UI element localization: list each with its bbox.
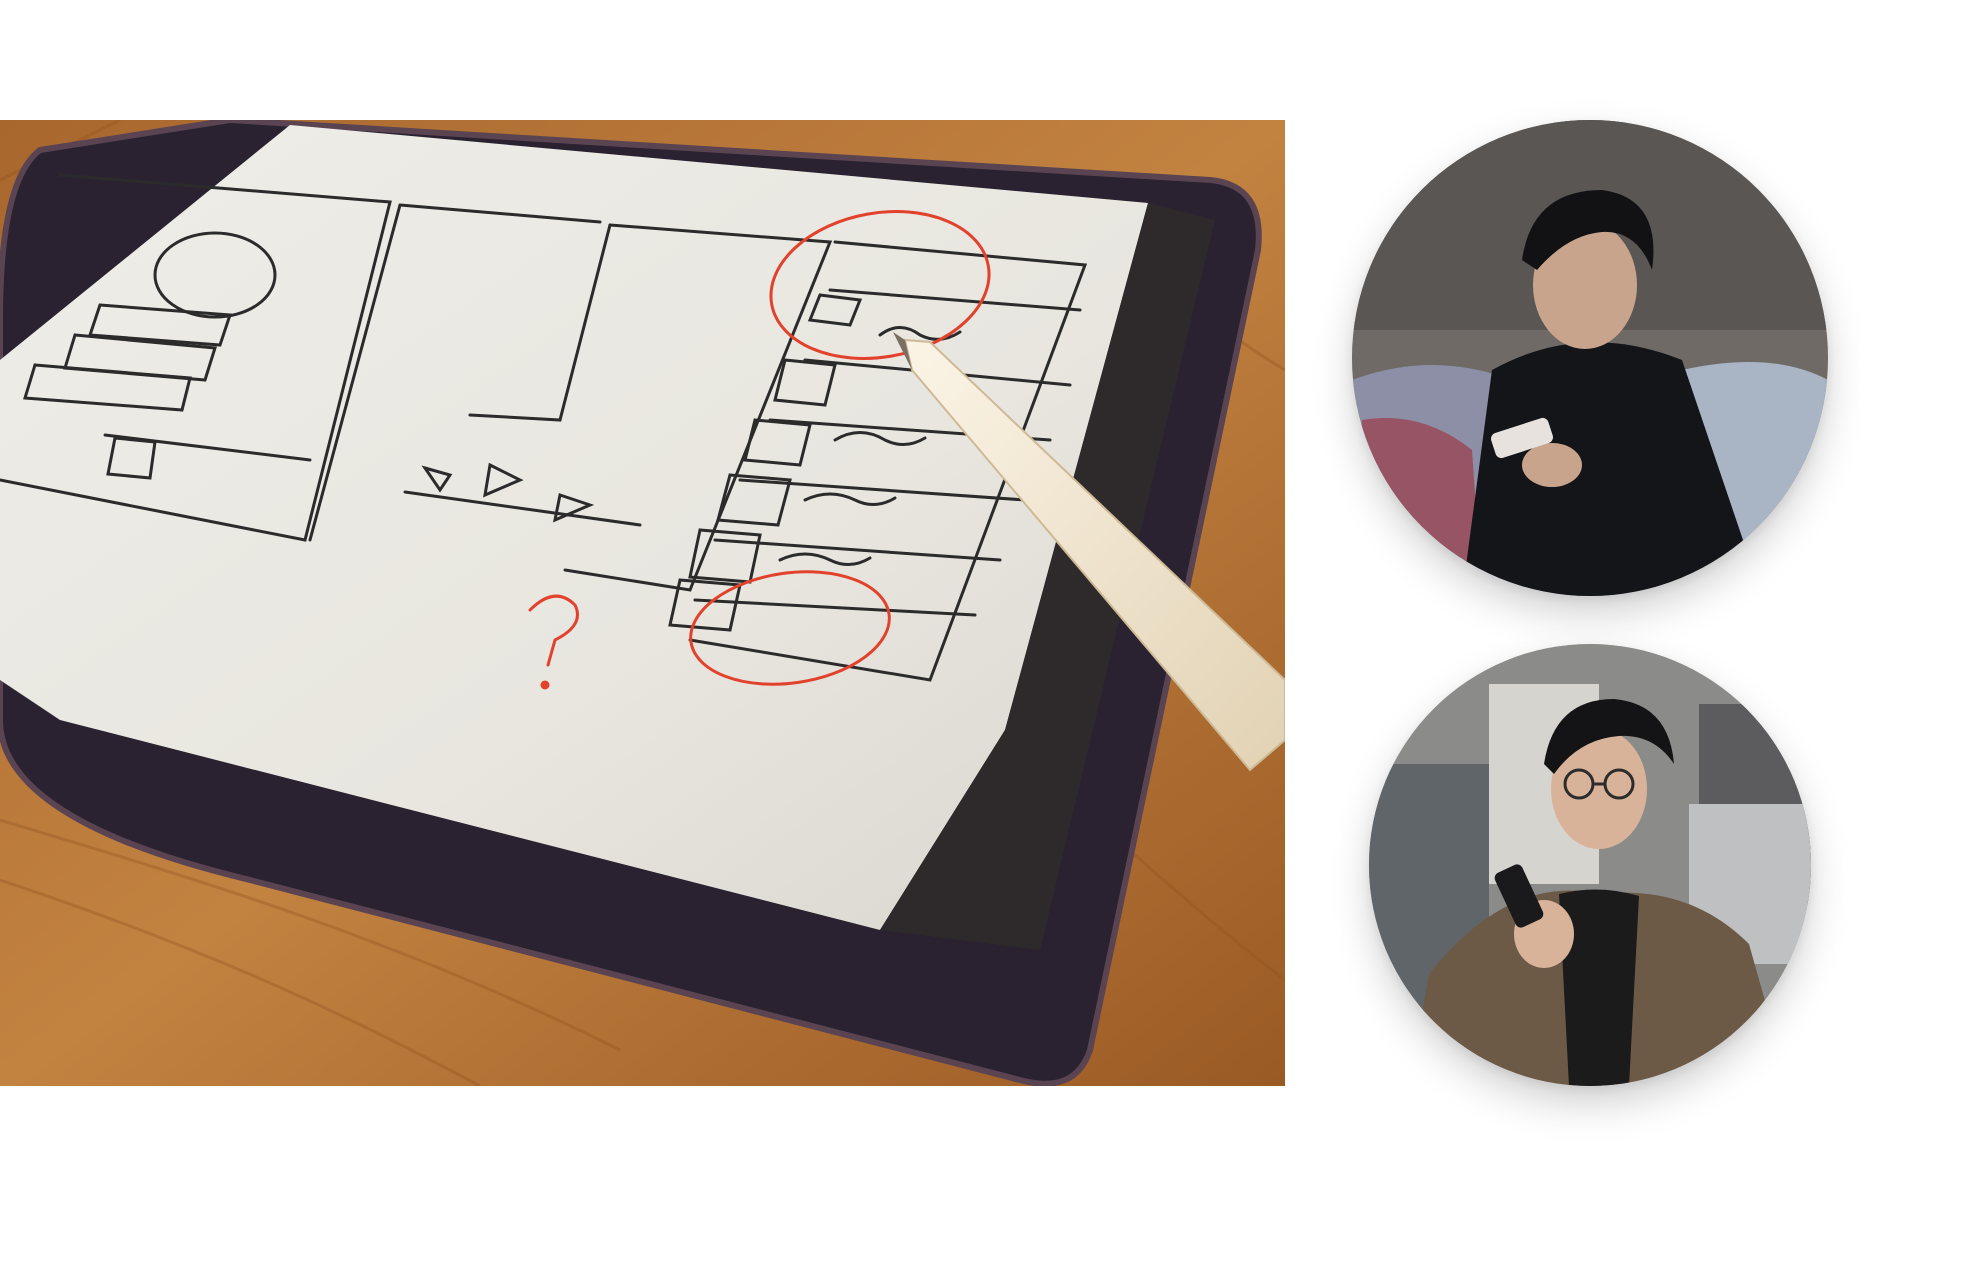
- tablet-sketch-illustration: [0, 120, 1285, 1086]
- portrait-illustration-1: [1352, 120, 1828, 596]
- portrait-person-with-glasses: [1369, 644, 1811, 1086]
- wireframe-photo: [0, 120, 1285, 1086]
- portrait-illustration-2: [1369, 644, 1811, 1086]
- portrait-person-with-phone: [1352, 120, 1828, 596]
